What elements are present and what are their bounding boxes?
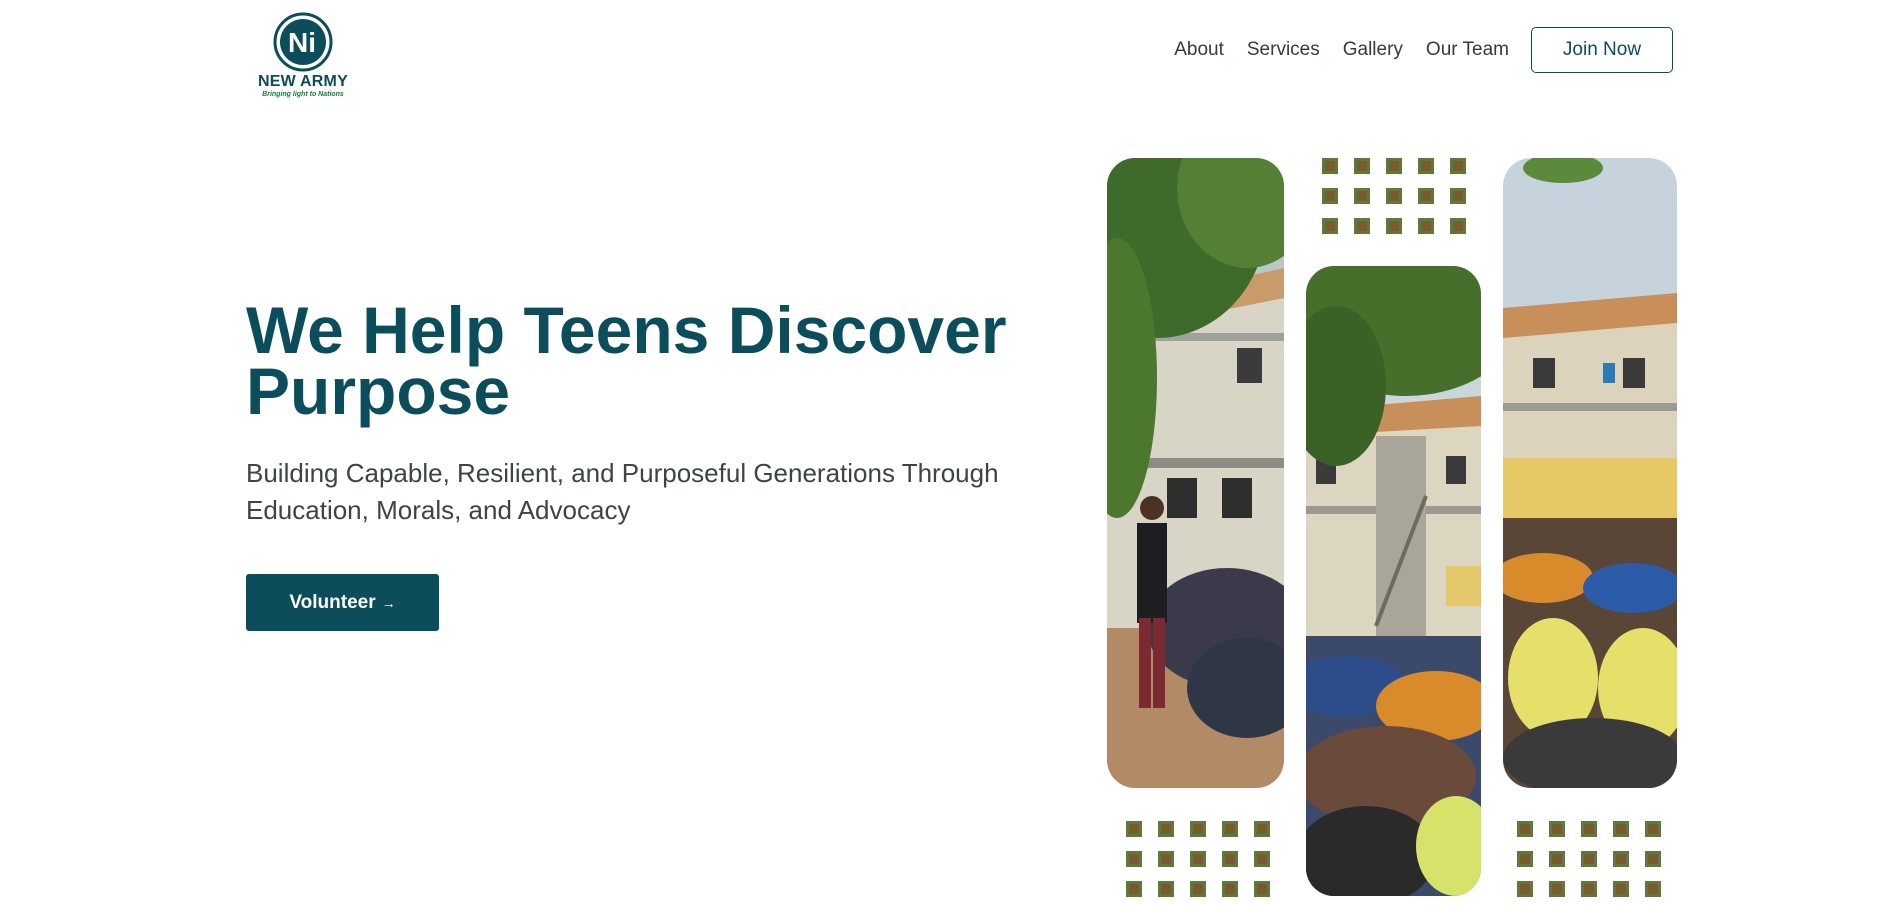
nav-link-gallery[interactable]: Gallery — [1343, 39, 1403, 61]
site-header: Ni NEW ARMY Bringing light to Nations Ab… — [0, 0, 1903, 110]
decorative-dot — [1222, 881, 1238, 897]
decorative-dot — [1549, 881, 1565, 897]
decorative-dot — [1418, 218, 1434, 234]
decorative-dot — [1254, 821, 1270, 837]
decorative-dot — [1645, 881, 1661, 897]
hero-subtitle: Building Capable, Resilient, and Purpose… — [246, 458, 999, 525]
nav-link-our-team[interactable]: Our Team — [1426, 39, 1509, 61]
decorative-dot — [1645, 851, 1661, 867]
decorative-dot — [1581, 851, 1597, 867]
decorative-dot — [1254, 851, 1270, 867]
nav-link-about[interactable]: About — [1174, 39, 1224, 61]
arrow-right-icon: → — [381, 594, 396, 611]
volunteer-button[interactable]: Volunteer → — [246, 574, 439, 631]
svg-text:Ni: Ni — [288, 27, 316, 58]
decorative-dot — [1322, 158, 1338, 174]
decorative-dot — [1450, 188, 1466, 204]
decorative-dot — [1517, 851, 1533, 867]
brand-tagline: Bringing light to Nations — [262, 91, 344, 98]
decorative-dot — [1158, 881, 1174, 897]
brand-name: NEW ARMY — [258, 73, 348, 90]
decorative-dot — [1254, 881, 1270, 897]
decorative-dot — [1517, 881, 1533, 897]
decorative-dot — [1418, 158, 1434, 174]
decorative-dot — [1517, 821, 1533, 837]
volunteer-button-label: Volunteer — [289, 591, 376, 613]
decorative-dot — [1190, 851, 1206, 867]
brand-logo[interactable]: Ni NEW ARMY Bringing light to Nations — [247, 12, 359, 99]
decorative-dot — [1450, 158, 1466, 174]
decorative-dot — [1322, 218, 1338, 234]
decorative-dot — [1354, 158, 1370, 174]
nav-link-services[interactable]: Services — [1247, 39, 1320, 61]
decorative-dot — [1190, 821, 1206, 837]
join-now-button[interactable]: Join Now — [1531, 27, 1673, 73]
decorative-dot — [1386, 218, 1402, 234]
decorative-dot — [1386, 188, 1402, 204]
logo-emblem-icon: Ni — [273, 12, 333, 72]
decorative-dot — [1354, 188, 1370, 204]
decorative-dot — [1126, 851, 1142, 867]
main-nav: About Services Gallery Our Team Join Now — [1151, 27, 1673, 73]
decorative-dot — [1322, 188, 1338, 204]
decorative-dot — [1549, 821, 1565, 837]
decorative-dot — [1645, 821, 1661, 837]
decorative-dot — [1158, 851, 1174, 867]
decorative-dot — [1613, 881, 1629, 897]
decorative-dot — [1126, 821, 1142, 837]
decorative-dot — [1549, 851, 1565, 867]
decorative-dot — [1222, 851, 1238, 867]
students-assembly-building-photo — [1306, 266, 1481, 896]
decorative-dot — [1581, 821, 1597, 837]
students-seated-crowd-photo — [1503, 158, 1677, 788]
decorative-dot — [1613, 851, 1629, 867]
speaker-addressing-students-photo — [1107, 158, 1284, 788]
decorative-dot — [1126, 881, 1142, 897]
decorative-dot — [1386, 158, 1402, 174]
decorative-dot — [1581, 881, 1597, 897]
decorative-dot-grid-bottom-right — [1517, 821, 1661, 897]
decorative-dot — [1418, 188, 1434, 204]
decorative-dot — [1158, 821, 1174, 837]
decorative-dot — [1354, 218, 1370, 234]
decorative-dot-grid-top — [1322, 158, 1466, 234]
decorative-dot — [1450, 218, 1466, 234]
decorative-dot — [1613, 821, 1629, 837]
hero-title: We Help Teens Discover Purpose — [246, 293, 1007, 428]
decorative-dot-grid-bottom-left — [1126, 821, 1270, 897]
decorative-dot — [1222, 821, 1238, 837]
decorative-dot — [1190, 881, 1206, 897]
